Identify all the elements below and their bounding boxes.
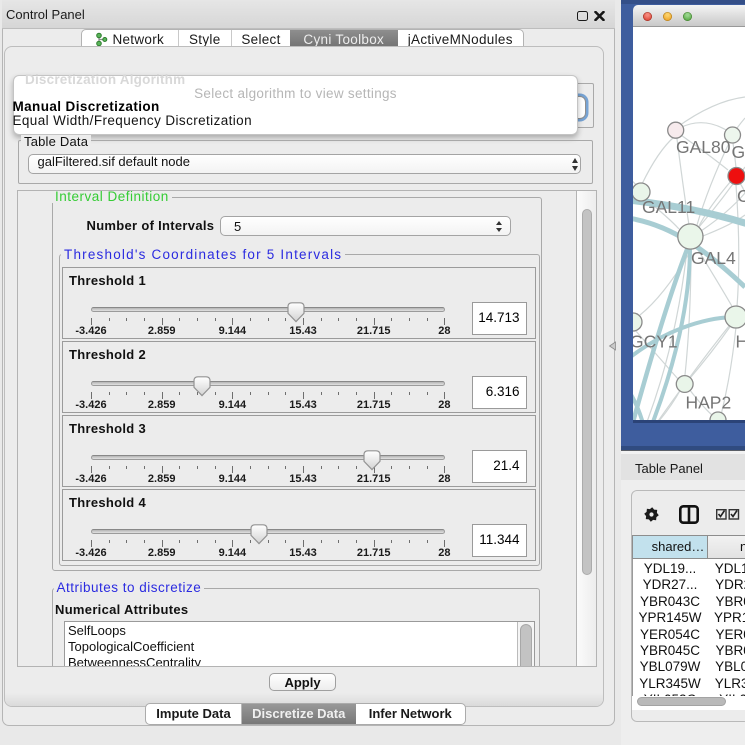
svg-text:GAL4: GAL4 — [691, 248, 736, 268]
svg-text:GA: GA — [732, 142, 745, 162]
svg-text:HAP2: HAP2 — [686, 393, 732, 413]
svg-text:H: H — [736, 332, 745, 352]
svg-text:GCY1: GCY1 — [633, 332, 678, 352]
svg-text:C: C — [737, 186, 745, 206]
svg-text:GAL11: GAL11 — [642, 197, 695, 217]
svg-text:GAL80: GAL80 — [676, 137, 731, 157]
